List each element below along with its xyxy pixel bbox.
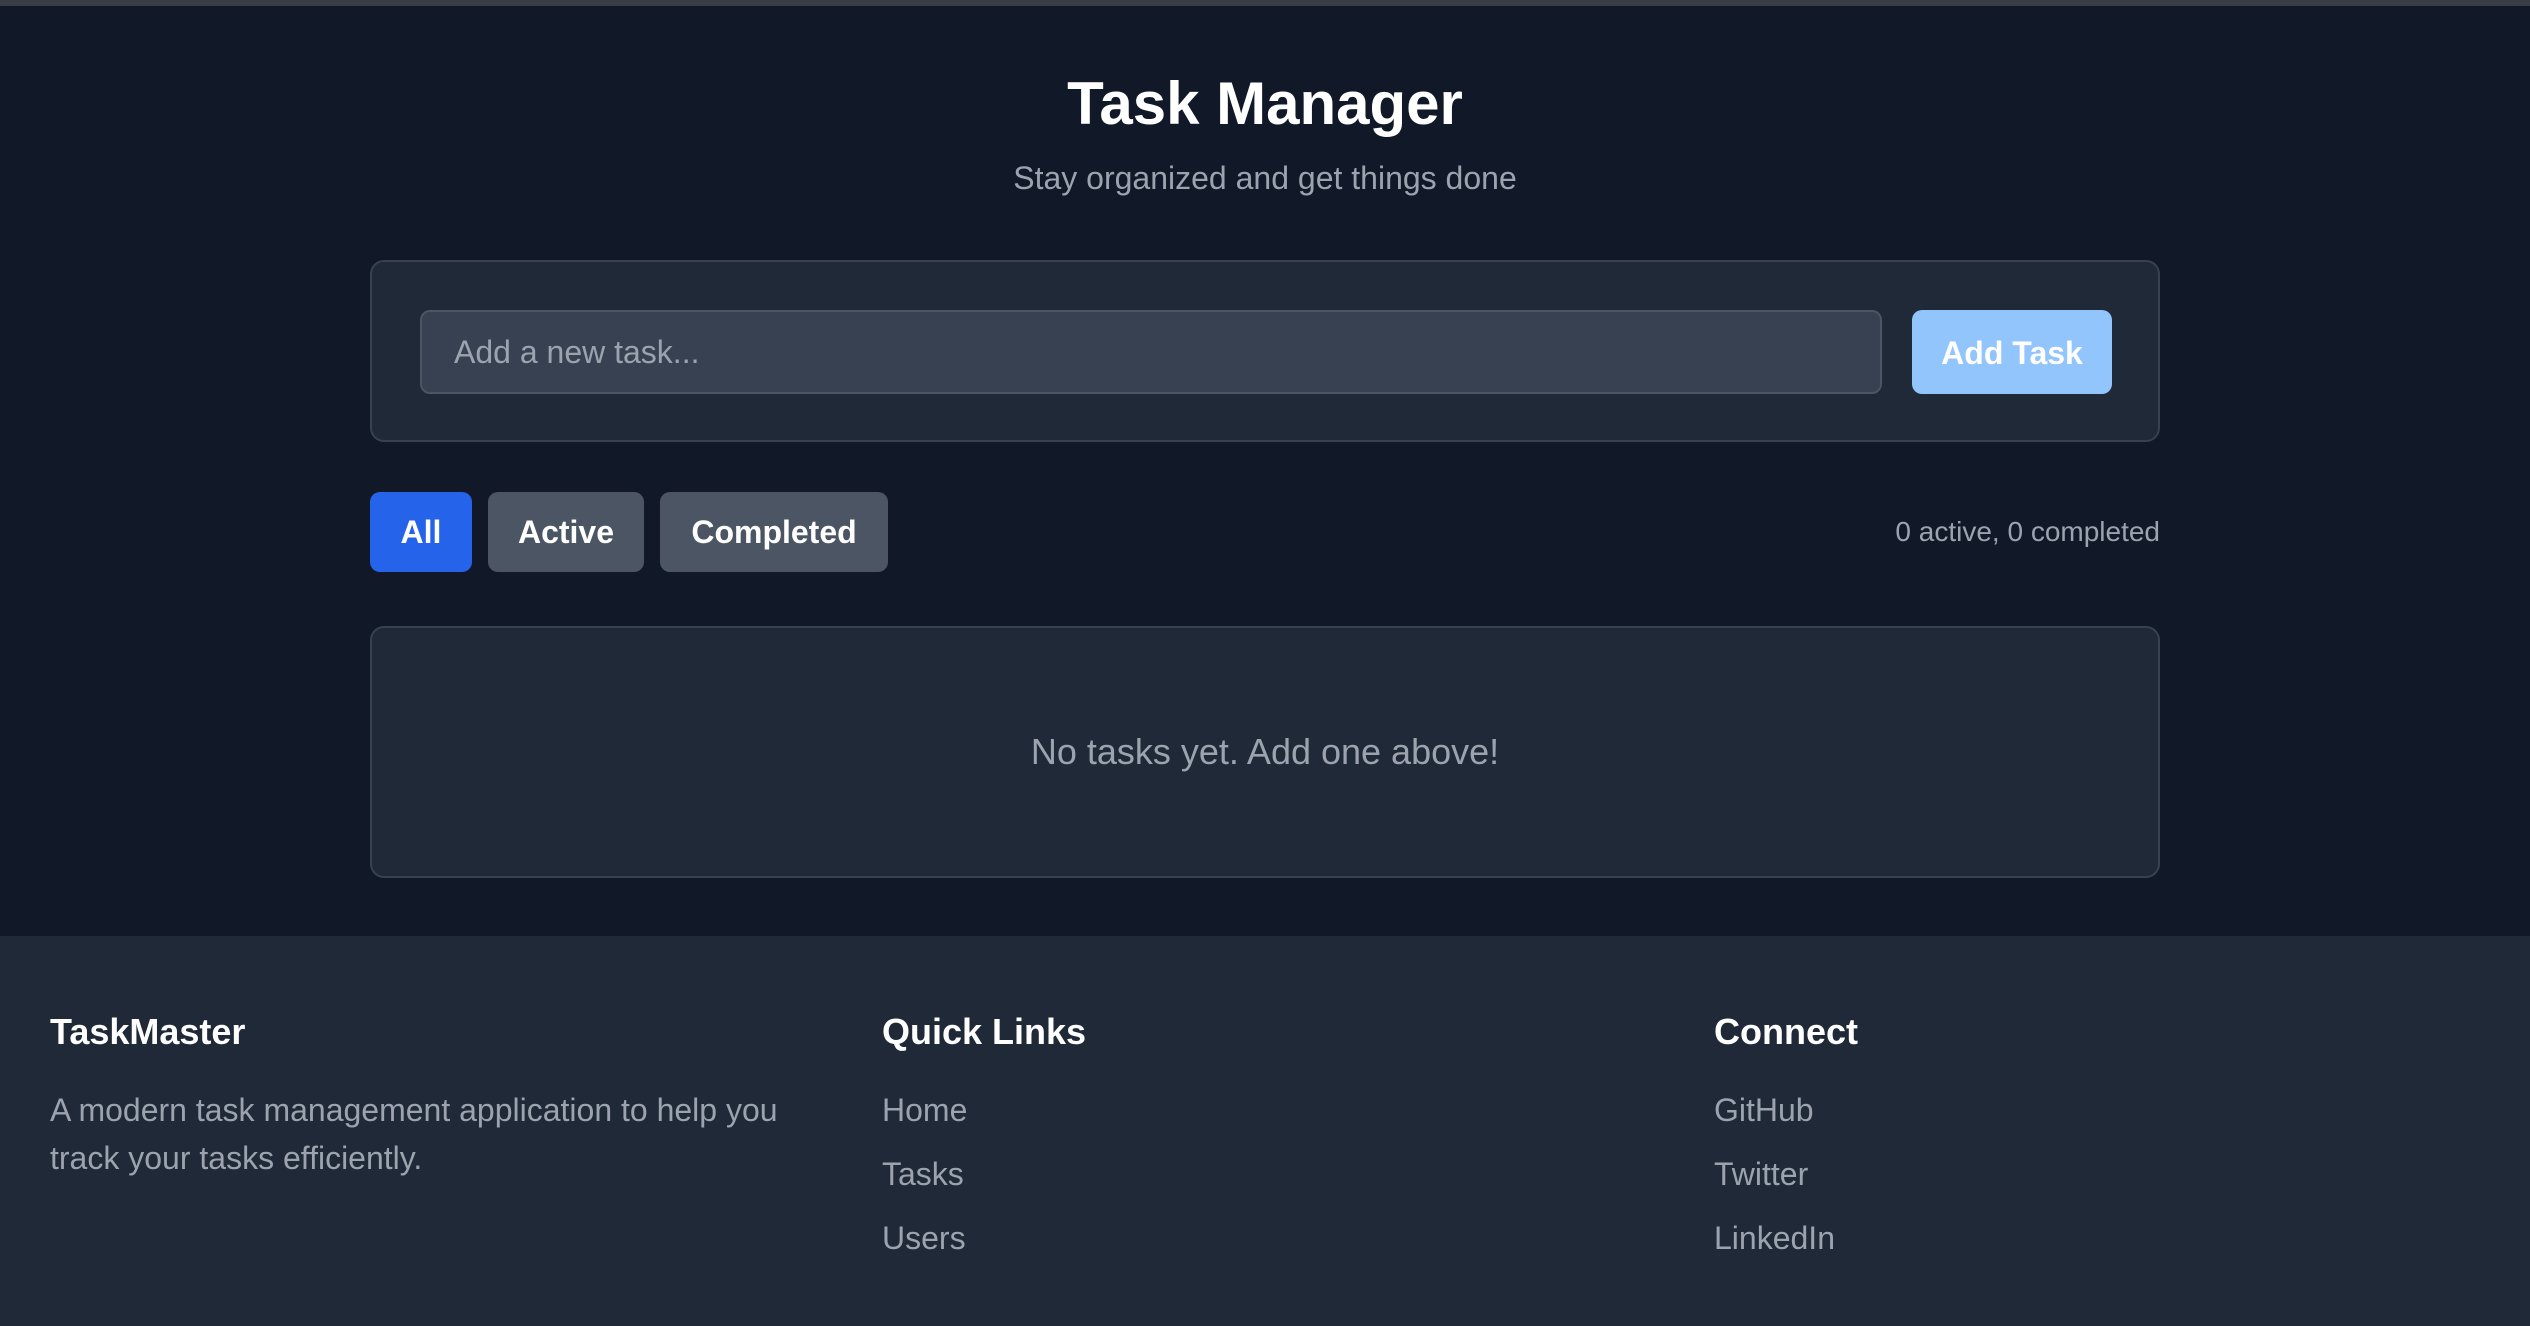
add-task-card: Add Task bbox=[370, 260, 2160, 442]
new-task-input[interactable] bbox=[420, 310, 1882, 394]
footer-link-tasks[interactable]: Tasks bbox=[882, 1150, 1662, 1214]
footer-link-linkedin[interactable]: LinkedIn bbox=[1714, 1214, 2494, 1278]
footer-link-twitter[interactable]: Twitter bbox=[1714, 1150, 2494, 1214]
footer-connect-list: GitHub Twitter LinkedIn bbox=[1714, 1086, 2494, 1278]
page-title: Task Manager bbox=[1067, 70, 1463, 137]
task-list-card: No tasks yet. Add one above! bbox=[370, 626, 2160, 878]
footer-brand-title: TaskMaster bbox=[50, 1011, 246, 1052]
main-content: Task Manager Stay organized and get thin… bbox=[0, 6, 2530, 936]
empty-state-message: No tasks yet. Add one above! bbox=[1030, 731, 1500, 772]
footer-link-github[interactable]: GitHub bbox=[1714, 1086, 2494, 1150]
add-task-button[interactable]: Add Task bbox=[1912, 310, 2112, 394]
footer-brand-description: A modern task management application to … bbox=[50, 1092, 778, 1176]
footer-quick-links-list: Home Tasks Users bbox=[882, 1086, 1662, 1278]
footer-link-home[interactable]: Home bbox=[882, 1086, 1662, 1150]
footer-quick-links-title: Quick Links bbox=[882, 1011, 1087, 1052]
filter-completed-button[interactable]: Completed bbox=[660, 492, 888, 572]
footer: TaskMaster A modern task management appl… bbox=[0, 936, 2530, 1326]
filter-all-button[interactable]: All bbox=[370, 492, 472, 572]
filter-active-button[interactable]: Active bbox=[488, 492, 644, 572]
footer-connect-title: Connect bbox=[1714, 1011, 1858, 1052]
page-subtitle: Stay organized and get things done bbox=[1013, 160, 1517, 196]
footer-brand-column: TaskMaster A modern task management appl… bbox=[50, 1006, 830, 1182]
footer-quick-links-column: Quick Links Home Tasks Users bbox=[882, 1006, 1662, 1278]
footer-link-users[interactable]: Users bbox=[882, 1214, 1662, 1278]
footer-connect-column: Connect GitHub Twitter LinkedIn bbox=[1714, 1006, 2494, 1278]
task-counts: 0 active, 0 completed bbox=[1895, 516, 2160, 547]
